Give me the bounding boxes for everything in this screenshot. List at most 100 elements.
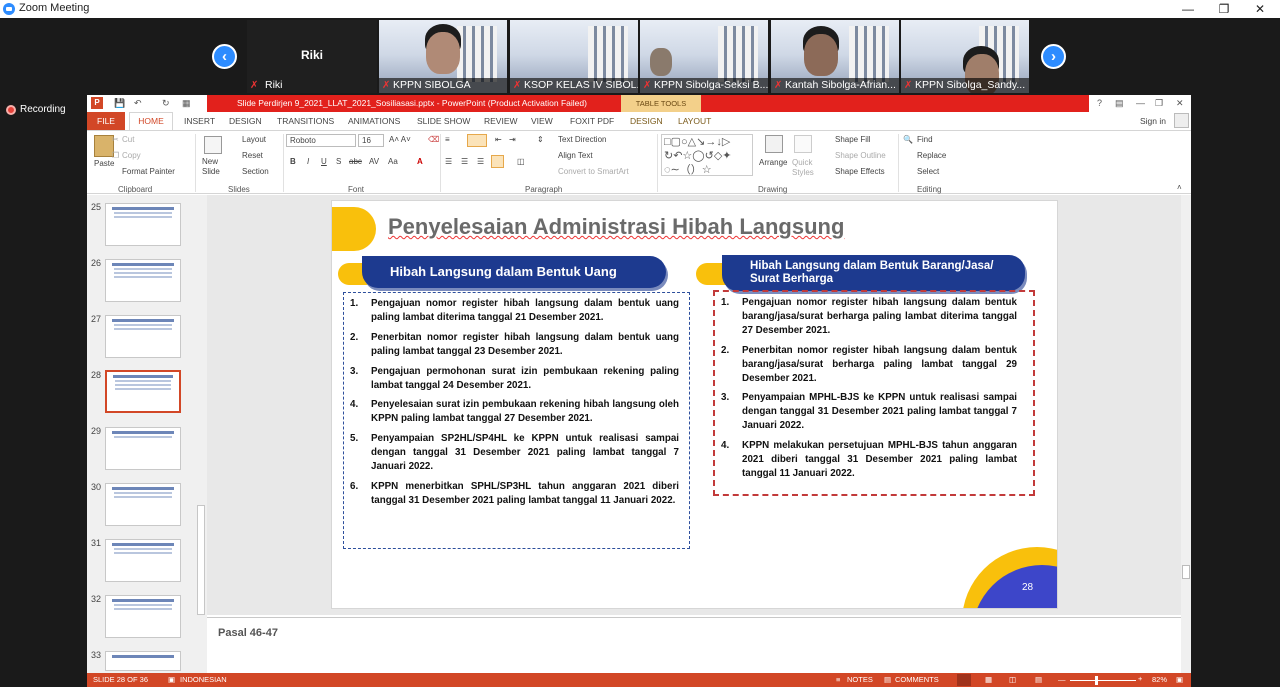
save-icon[interactable]: 💾 [114, 98, 125, 109]
bold-icon[interactable]: B [290, 157, 296, 166]
section-button[interactable]: Section [242, 167, 269, 176]
character-spacing-icon[interactable]: AV [369, 157, 379, 166]
prev-page-arrow-icon[interactable]: ‹ [212, 44, 237, 69]
slide-thumbnail[interactable] [105, 595, 181, 638]
notes-toggle[interactable]: NOTES [847, 675, 873, 684]
right-heading[interactable]: Hibah Langsung dalam Bentuk Barang/Jasa/… [722, 255, 1025, 291]
bullets-icon[interactable]: ≡ [445, 135, 450, 144]
find-icon[interactable]: 🔍 [903, 135, 913, 144]
tab-slide-show[interactable]: SLIDE SHOW [417, 116, 470, 126]
arrange-icon[interactable] [765, 135, 783, 153]
layout-button[interactable]: Layout [242, 135, 266, 144]
align-right-icon[interactable]: ☰ [477, 157, 484, 166]
spelling-icon[interactable]: ▣ [168, 675, 175, 684]
columns-icon[interactable]: ◫ [517, 157, 525, 166]
zoom-in-icon[interactable]: + [1138, 674, 1142, 683]
tab-file[interactable]: FILE [87, 112, 125, 130]
text-direction-button[interactable]: Text Direction [558, 135, 606, 144]
sign-in-link[interactable]: Sign in [1140, 116, 1166, 126]
redo-icon[interactable]: ↻ [162, 98, 170, 109]
align-left-icon[interactable]: ☰ [445, 157, 452, 166]
notes-pane[interactable]: Pasal 46-47 [207, 617, 1181, 673]
recording-indicator[interactable]: Recording [6, 104, 66, 115]
italic-icon[interactable]: I [307, 157, 309, 166]
reset-button[interactable]: Reset [242, 151, 263, 160]
start-slideshow-icon[interactable]: ▦ [182, 98, 191, 109]
paste-button[interactable]: Paste [94, 159, 114, 168]
shadow-icon[interactable]: S [336, 157, 341, 166]
participant-tile[interactable]: KPPN Sibolga_Sandy... ✗ [901, 20, 1029, 93]
left-heading[interactable]: Hibah Langsung dalam Bentuk Uang [362, 256, 666, 288]
increase-indent-icon[interactable]: ⇥ [509, 135, 516, 144]
font-name-select[interactable]: Roboto [286, 134, 356, 147]
new-slide-icon[interactable] [204, 136, 222, 154]
comments-toggle[interactable]: COMMENTS [895, 675, 939, 684]
collapse-ribbon-icon[interactable]: ˄ [1177, 183, 1182, 192]
slide-sorter-icon[interactable]: ▦ [985, 675, 992, 684]
current-slide[interactable]: Penyelesaian Administrasi Hibah Langsung… [331, 200, 1058, 609]
justify-icon[interactable] [491, 155, 504, 168]
participant-tile[interactable]: KPPN Sibolga-Seksi B... ✗ [640, 20, 768, 93]
minimize-icon[interactable]: — [1170, 0, 1206, 18]
participant-tile[interactable]: KPPN SIBOLGA ✗ [379, 20, 507, 93]
canvas-scrollbar[interactable] [1181, 195, 1191, 673]
paste-icon[interactable] [94, 135, 114, 157]
ppt-restore-icon[interactable]: ❐ [1155, 98, 1163, 109]
comments-icon[interactable]: ▤ [884, 675, 891, 684]
arrange-button[interactable]: Arrange [759, 158, 787, 167]
ppt-close-icon[interactable]: ✕ [1176, 98, 1184, 109]
notes-toggle-icon[interactable]: ≡ [836, 675, 840, 684]
tab-insert[interactable]: INSERT [184, 116, 215, 126]
reading-view-icon[interactable]: ◫ [1009, 675, 1016, 684]
slide-thumbnail[interactable] [105, 483, 181, 526]
slide-title[interactable]: Penyelesaian Administrasi Hibah Langsung [388, 214, 844, 240]
restore-icon[interactable]: ❐ [1206, 0, 1242, 18]
active-speaker-tile[interactable]: Riki ✗ Riki [247, 20, 377, 93]
quick-styles-icon[interactable] [794, 135, 812, 153]
tab-animations[interactable]: ANIMATIONS [348, 116, 400, 126]
tab-transitions[interactable]: TRANSITIONS [277, 116, 334, 126]
find-button[interactable]: Find [917, 135, 933, 144]
zoom-out-icon[interactable]: — [1058, 675, 1066, 684]
ppt-minimize-icon[interactable]: — [1136, 98, 1145, 108]
cut-icon[interactable]: ✂ [112, 135, 119, 144]
right-list-box[interactable]: 1. Pengajuan nomor register hibah langsun… [713, 290, 1035, 496]
thumbnail-scrollbar[interactable] [196, 195, 206, 673]
slide-thumbnail[interactable] [105, 427, 181, 470]
slide-thumbnail[interactable] [105, 259, 181, 302]
line-spacing-icon[interactable]: ⇕ [537, 135, 544, 144]
close-icon[interactable]: ✕ [1242, 0, 1278, 18]
format-painter-button[interactable]: Format Painter [122, 167, 175, 176]
zoom-slider-thumb[interactable] [1095, 676, 1098, 685]
slideshow-view-icon[interactable]: ▤ [1035, 675, 1042, 684]
underline-icon[interactable]: U [321, 157, 327, 166]
cut-button[interactable]: Cut [122, 135, 134, 144]
shapes-gallery[interactable]: □▢○△↘→↓▷ ↻↶☆◯↺◇✦ ◌∼（）☆ [661, 134, 753, 176]
new-slide-button[interactable]: New Slide [202, 157, 228, 177]
slide-thumbnail[interactable] [105, 203, 181, 246]
next-page-arrow-icon[interactable]: › [1041, 44, 1066, 69]
ribbon-display-icon[interactable]: ▤ [1115, 98, 1124, 109]
align-text-button[interactable]: Align Text [558, 151, 593, 160]
tab-table-design[interactable]: DESIGN [630, 116, 663, 126]
zoom-slider[interactable] [1070, 680, 1136, 681]
strikethrough-icon[interactable]: abc [349, 157, 362, 166]
user-avatar-icon[interactable] [1174, 113, 1189, 128]
align-center-icon[interactable]: ☰ [461, 157, 468, 166]
slide-thumbnail[interactable] [105, 539, 181, 582]
tab-review[interactable]: REVIEW [484, 116, 518, 126]
slide-thumbnail[interactable] [105, 315, 181, 358]
participant-tile[interactable]: Kantah Sibolga-Afrian... ✗ [771, 20, 899, 93]
tab-table-layout[interactable]: LAYOUT [678, 116, 711, 126]
undo-icon[interactable]: ↶ [134, 98, 142, 109]
replace-button[interactable]: Replace [917, 151, 946, 160]
shape-outline-button[interactable]: Shape Outline [835, 151, 886, 160]
fit-slide-icon[interactable]: ▣ [1176, 675, 1183, 684]
font-color-icon[interactable]: A [417, 157, 423, 166]
help-icon[interactable]: ? [1097, 98, 1102, 108]
language-label[interactable]: INDONESIAN [180, 675, 227, 684]
slide-thumbnail-selected[interactable] [105, 370, 181, 413]
convert-smartart-button[interactable]: Convert to SmartArt [558, 167, 629, 176]
participant-tile[interactable]: KSOP KELAS IV SIBOL... ✗ [510, 20, 638, 93]
tab-view[interactable]: VIEW [531, 116, 553, 126]
